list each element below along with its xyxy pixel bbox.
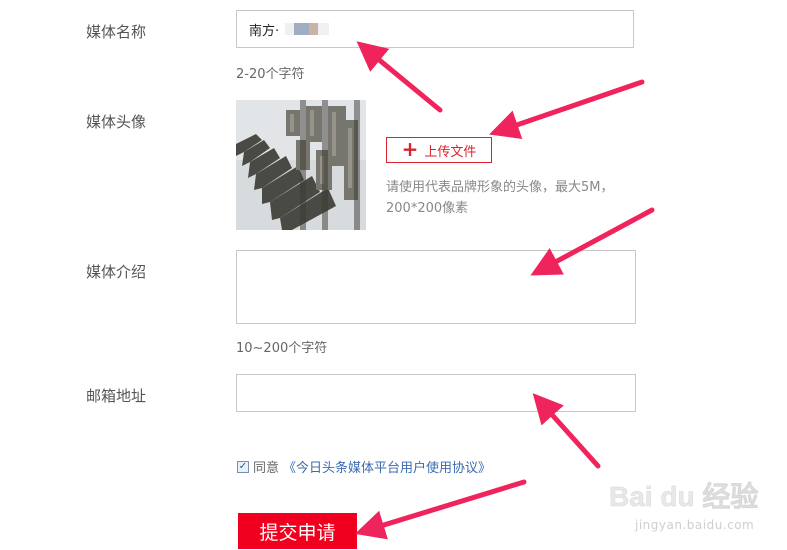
arrow-to-name-input	[356, 41, 443, 113]
arrow-to-intro-textarea	[530, 207, 655, 276]
watermark-logo-text: Bai du 经验	[609, 480, 758, 512]
arrow-to-upload-button	[489, 79, 645, 139]
baidu-watermark-logo: Bai du 经验	[609, 480, 759, 513]
annotation-arrows	[354, 41, 655, 540]
arrow-to-submit-button	[354, 479, 527, 540]
arrow-to-email-input	[532, 393, 601, 469]
watermark-url: jingyan.baidu.com	[635, 518, 755, 532]
